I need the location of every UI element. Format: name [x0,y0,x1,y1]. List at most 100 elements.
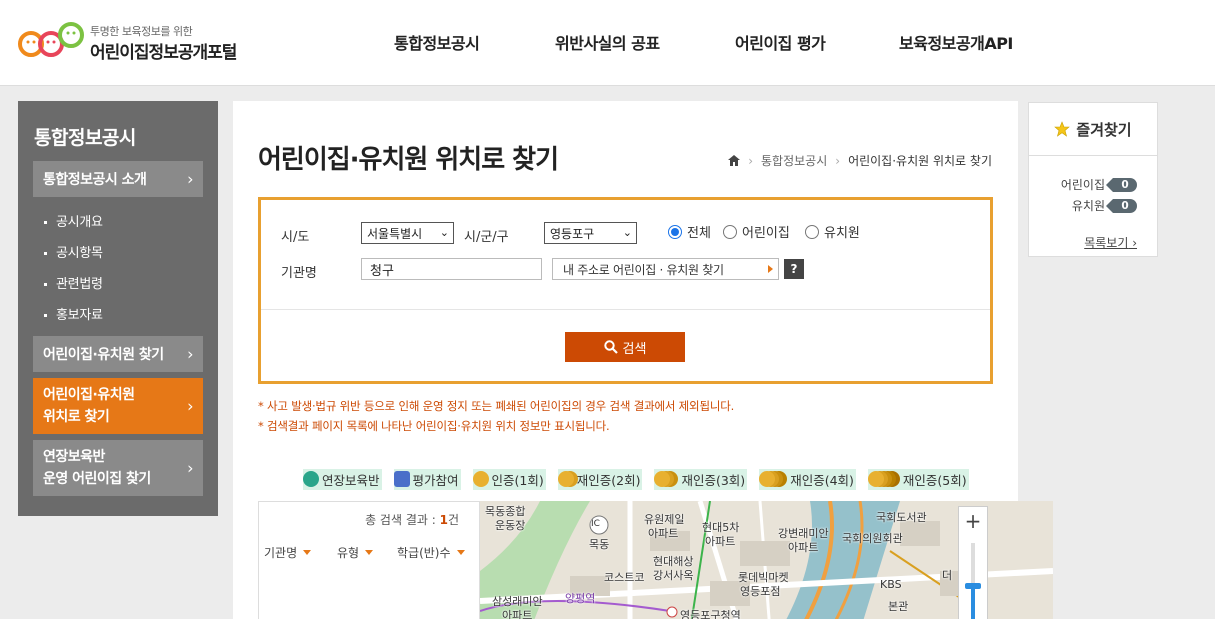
sort-by-name[interactable]: 기관명 [264,544,312,561]
favorites-label: 어린이집 [1060,178,1105,192]
map-label: 아파트 [705,535,736,548]
nav-open-api[interactable]: 보육정보공개API [899,30,1013,54]
sidebar-item-find-by-location[interactable]: 어린이집·유치원 위치로 찾기 › [33,378,203,434]
medal-icon [472,471,489,487]
name-input[interactable]: 청구 [361,258,542,280]
medal-2-icon [557,471,574,487]
radio-daycare[interactable]: 어린이집 [723,222,790,241]
breadcrumb: › 통합정보공시 › 어린이집·유치원 위치로 찾기 [728,152,992,169]
favorites-count-badge: 0 [1106,177,1137,192]
sidebar: 통합정보공시 통합정보공시 소개 › 공시개요 공시항목 관련법령 홍보자료 어… [18,101,218,516]
radio-kindergarten[interactable]: 유치원 [805,222,860,241]
sort-by-class-count[interactable]: 학급(반)수 [397,544,465,561]
radio-label: 유치원 [824,226,860,241]
breadcrumb-current: 어린이집·유치원 위치로 찾기 [848,154,992,168]
legend-label: 연장보육반 [322,472,380,488]
column-label: 유형 [337,546,360,560]
map-label: 코스트코 [604,571,645,584]
result-count-prefix: 총 검색 결과 : [365,513,440,527]
legend-item: 재인증(4회) [759,468,856,490]
sidebar-item-find-daycare[interactable]: 어린이집·유치원 찾기 › [33,336,203,372]
page-title: 어린이집·유치원 위치로 찾기 [258,145,559,175]
find-by-my-address-button[interactable]: 내 주소로 어린이집 · 유치원 찾기 [552,258,779,280]
radio-all[interactable]: 전체 [668,222,711,241]
zoom-slider-handle[interactable] [965,583,981,589]
nav-violation-notice[interactable]: 위반사실의 공표 [555,30,660,54]
sidebar-item-label: 연장보육반 [43,449,105,465]
nav-daycare-evaluation[interactable]: 어린이집 평가 [735,30,826,54]
sidebar-subitem-laws[interactable]: 관련법령 [44,273,103,292]
chevron-right-icon: › [187,396,193,416]
sidebar-title: 통합정보공시 [34,127,136,149]
result-panel: 총 검색 결과 : 1건 기관명 유형 학급(반)수 [258,501,480,619]
map-legend: 연장보육반 평가참여 인증(1회) 재인증(2회) 재인증(3회) 재인증(4회… [303,468,969,490]
name-label: 기관명 [281,266,317,281]
button-label: 검색 [622,341,647,357]
moon-icon [303,471,319,487]
favorites-daycare[interactable]: 어린이집 0 [1061,176,1137,193]
sido-value: 서울특별시 [367,226,423,241]
map-label: 본관 [888,600,909,613]
favorites-panel: 즐겨찾기 어린이집 0 유치원 0 목록보기 › [1028,102,1158,257]
notice-closed-excluded: * 사고 발생·법규 위반 등으로 인해 운영 정지 또는 폐쇄된 어린이집의 … [258,399,735,413]
sido-select[interactable]: 서울특별시 ⌄ [361,222,454,244]
sigungu-value: 영등포구 [550,226,595,241]
legend-item: 평가참여 [393,468,461,490]
legend-item: 연장보육반 [303,468,382,490]
sidebar-item-label: 통합정보공시 소개 [43,172,147,188]
nav-integrated-disclosure[interactable]: 통합정보공시 [394,30,480,54]
map-label: 국회의원회관 [842,532,903,545]
map-zoom-control: + [958,506,988,619]
legend-item: 재인증(5회) [867,468,969,490]
search-form: 시/도 서울특별시 ⌄ 시/군/구 영등포구 ⌄ 전체 어린이집 유치원 기관명… [258,197,993,384]
map-label: IC [591,519,600,529]
favorites-kindergarten[interactable]: 유치원 0 [1072,197,1137,214]
zoom-in-button[interactable]: + [959,507,987,535]
favorites-title: 즐겨찾기 [1076,120,1132,139]
result-count-value: 1 [439,513,448,527]
favorites-header: 즐겨찾기 [1029,103,1157,156]
button-label: 내 주소로 어린이집 · 유치원 찾기 [563,262,724,277]
column-label: 학급(반)수 [397,546,451,560]
sidebar-subitem-overview[interactable]: 공시개요 [44,211,103,230]
logo-rings-icon [18,22,84,57]
star-icon [1054,121,1071,137]
chevron-right-icon: › [835,153,841,168]
search-button[interactable]: 검색 [565,332,685,362]
radio-unchecked-icon [805,224,819,239]
map-label: 아파트 [648,527,679,540]
link-label: 목록보기 [1084,236,1129,250]
legend-label: 평가참여 [412,472,459,488]
sigungu-select[interactable]: 영등포구 ⌄ [544,222,637,244]
star-medal-icon [393,471,410,487]
sidebar-item-label: 어린이집·유치원 [43,387,135,403]
sigungu-label: 시/군/구 [464,230,509,245]
sidebar-item-intro[interactable]: 통합정보공시 소개 › [33,161,203,197]
site-logo[interactable]: 투명한 보육정보를 위한 어린이집정보공개포털 [17,18,257,68]
search-fields: 시/도 서울특별시 ⌄ 시/군/구 영등포구 ⌄ 전체 어린이집 유치원 기관명… [261,200,990,310]
map-label: 더 [942,569,953,582]
chevron-right-icon: › [748,153,753,168]
radio-label: 어린이집 [742,226,790,241]
breadcrumb-item[interactable]: 통합정보공시 [761,152,827,169]
medal-3-icon [654,471,671,487]
favorites-count-badge: 0 [1106,198,1137,213]
sidebar-item-label: 위치로 찾기 [43,409,110,425]
legend-label: 재인증(3회) [681,472,746,488]
legend-label: 재인증(5회) [902,472,967,488]
sidebar-subitem-items[interactable]: 공시항목 [44,242,103,261]
legend-label: 재인증(4회) [790,472,854,488]
home-icon[interactable] [728,155,741,166]
sidebar-subitem-promo[interactable]: 홍보자료 [44,304,103,323]
map-label: 목동 [589,538,610,551]
favorites-list-link[interactable]: 목록보기 › [1084,234,1137,251]
sidebar-item-label: 어린이집·유치원 찾기 [43,347,164,363]
help-button[interactable]: ? [784,259,804,279]
column-label: 기관명 [264,546,298,560]
map-label: 영등포구청역 [680,609,741,619]
zoom-level-fill [971,589,975,619]
sort-by-type[interactable]: 유형 [337,544,374,561]
sidebar-item-extended-care[interactable]: 연장보육반 운영 어린이집 찾기 › [33,440,203,496]
map-view[interactable]: 목동종합 운동장 IC 목동 유원제일 아파트 현대5차 아파트 현대해상 강서… [480,501,1053,619]
triangle-right-icon [768,265,773,273]
